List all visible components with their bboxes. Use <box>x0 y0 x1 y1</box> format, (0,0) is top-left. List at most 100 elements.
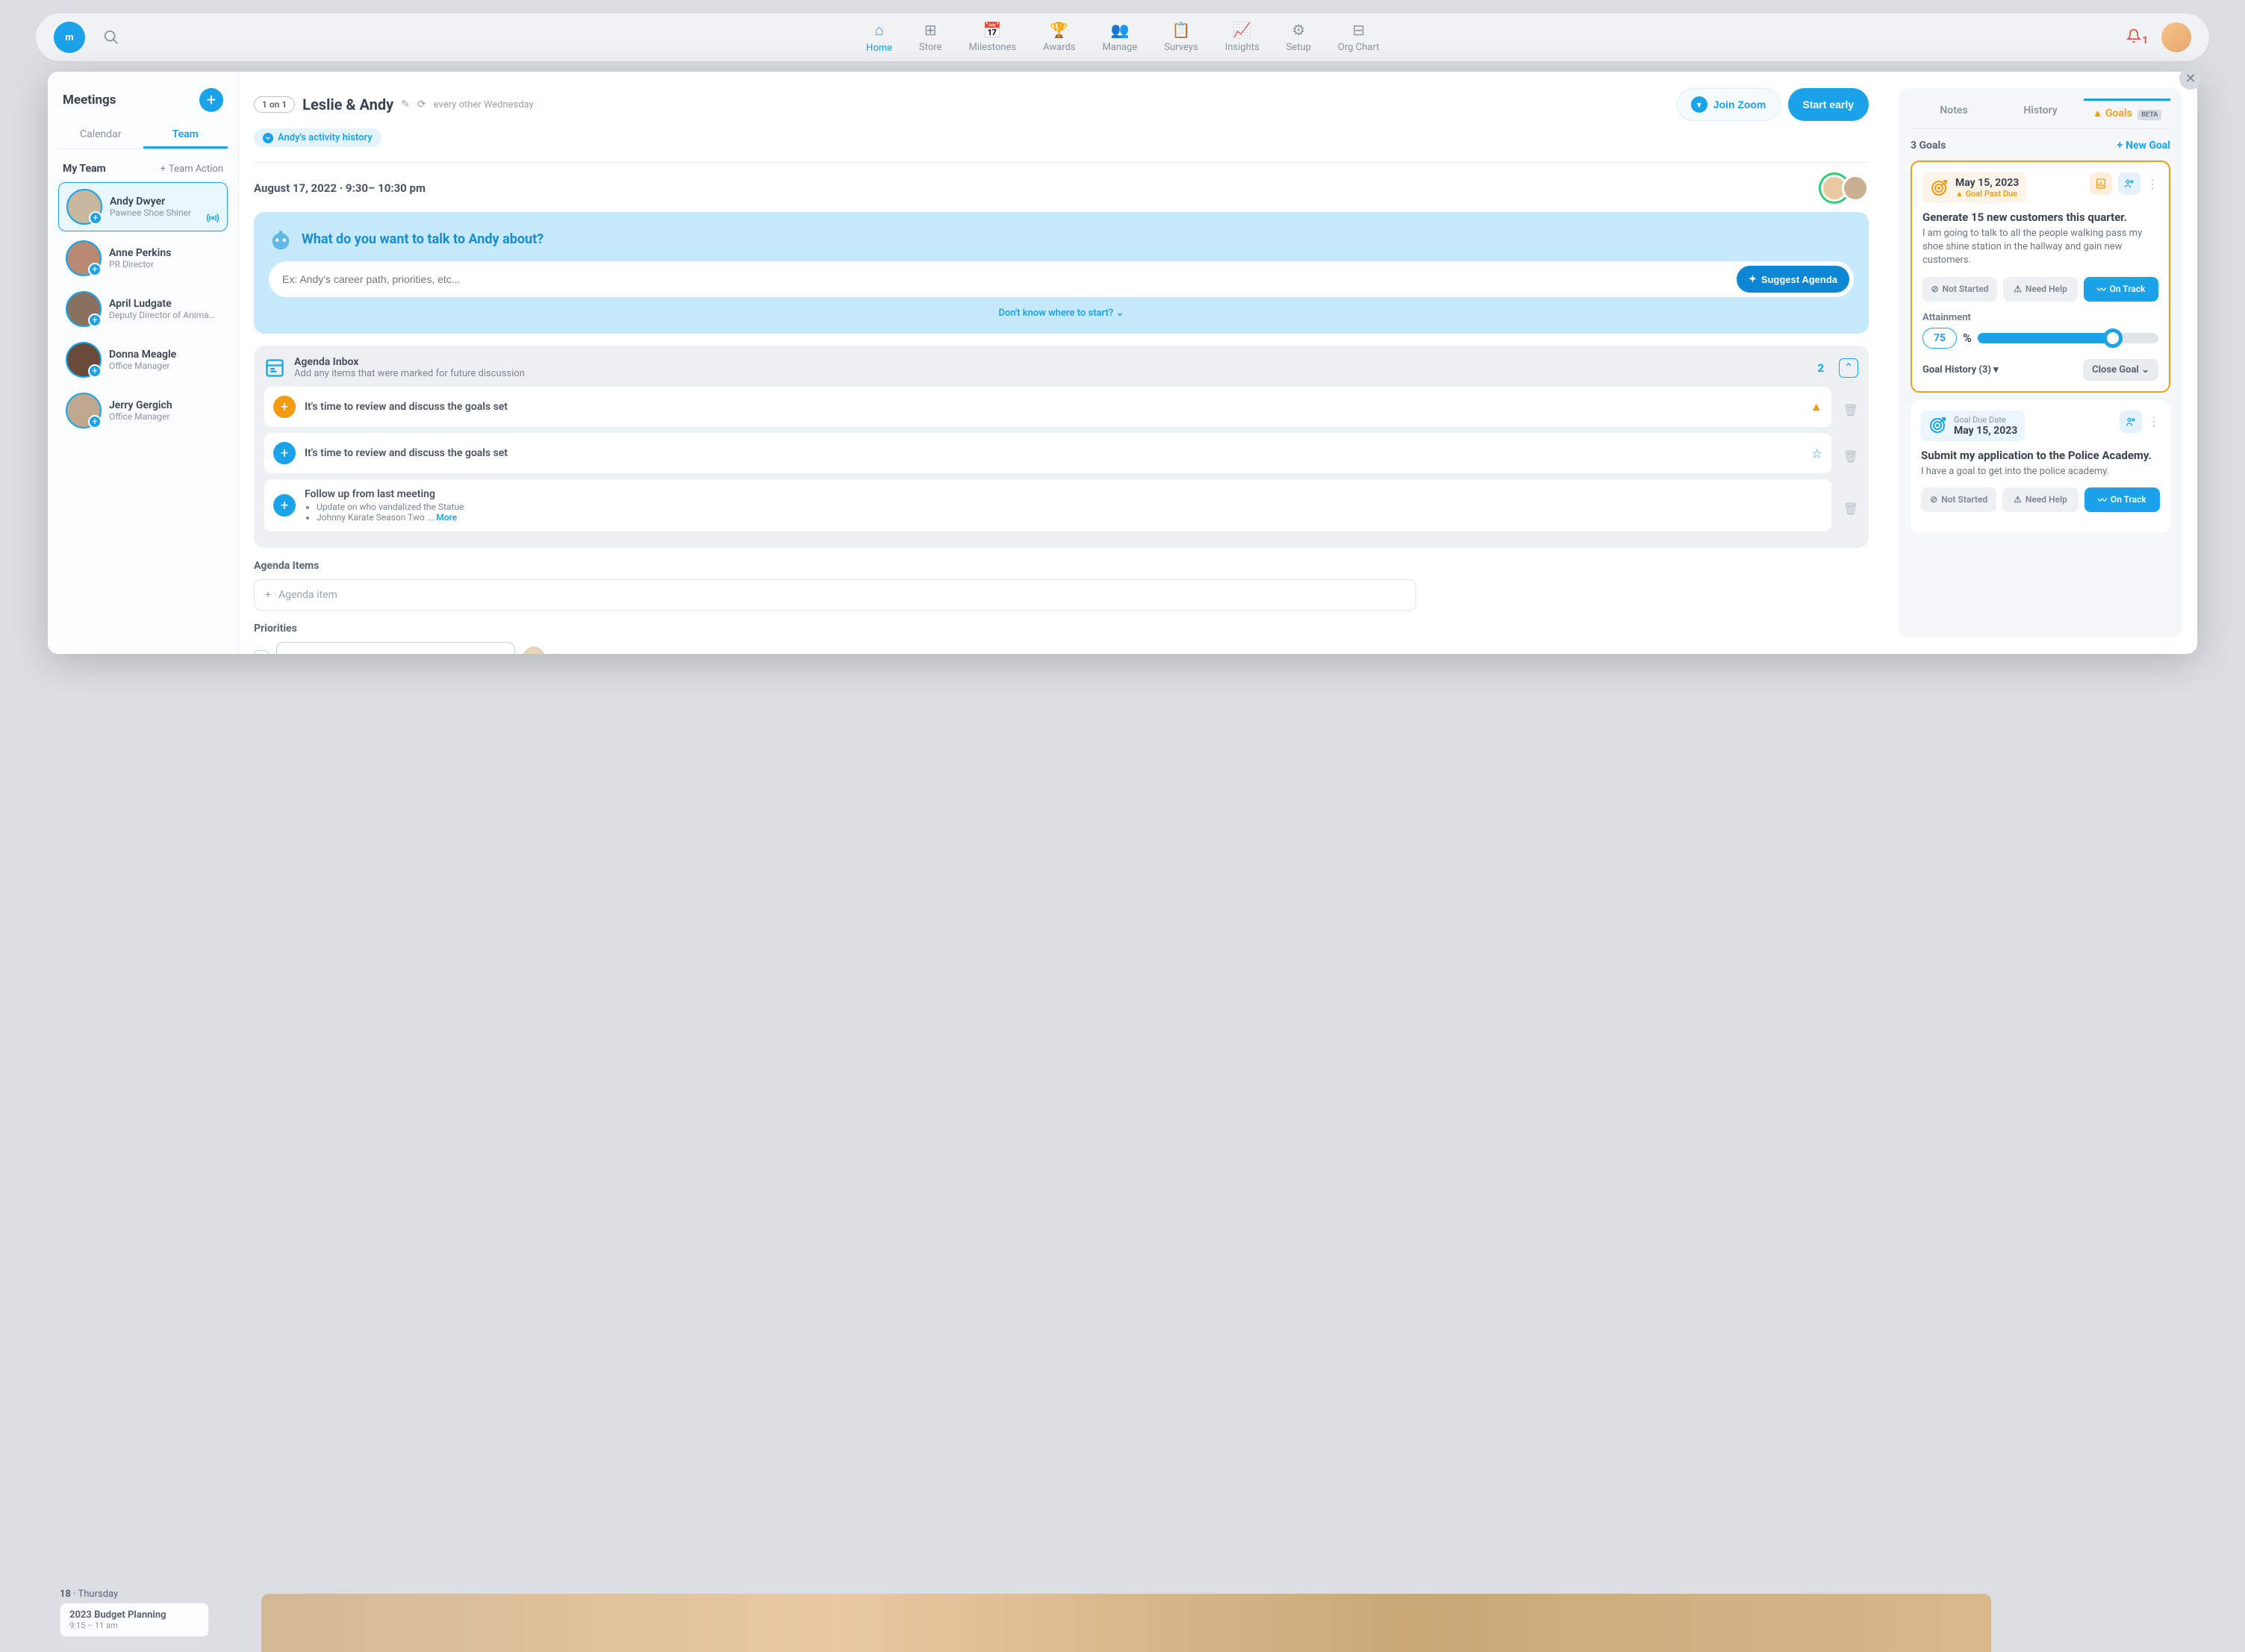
logo: m <box>54 22 85 53</box>
goal-share-button[interactable] <box>2118 172 2140 195</box>
start-early-button[interactable]: Start early <box>1788 88 1869 121</box>
collapse-inbox-button[interactable]: ⌃ <box>1839 358 1858 378</box>
status-not-started[interactable]: ⊘ Not Started <box>1921 487 1996 512</box>
nav-insights[interactable]: 📈Insights <box>1225 21 1259 54</box>
tab-goals[interactable]: ▲ Goals BETA <box>2084 99 2170 128</box>
attainment-slider[interactable] <box>1978 333 2158 343</box>
priority-checkbox[interactable] <box>254 650 269 654</box>
inbox-item[interactable]: + It's time to review and discuss the go… <box>264 387 1831 427</box>
more-link[interactable]: More <box>436 512 457 523</box>
plus-icon: + <box>88 364 102 378</box>
team-member-andy[interactable]: + Andy DwyerPawnee Shoe Shiner <box>58 182 228 231</box>
add-icon[interactable]: + <box>273 442 296 464</box>
goal-share-button[interactable] <box>2120 411 2142 433</box>
inbox-followup-item[interactable]: + Follow up from last meeting Update on … <box>264 479 1831 532</box>
top-nav: m ⌂Home ⊞Store 📅Milestones 🏆Awards 👥Mana… <box>36 13 2209 61</box>
add-icon[interactable]: + <box>273 494 296 517</box>
recurrence-text: every other Wednesday <box>434 99 534 110</box>
close-modal-button[interactable]: ✕ <box>2179 67 2202 90</box>
attendees <box>1827 175 1869 202</box>
target-icon <box>1928 417 1946 434</box>
priority-owner-avatar[interactable] <box>523 646 545 654</box>
notifications-button[interactable]: 1 <box>2126 28 2148 46</box>
inbox-subtitle: Add any items that were marked for futur… <box>294 368 1808 379</box>
target-icon <box>1930 179 1948 197</box>
bot-icon <box>269 227 293 251</box>
close-goal-button[interactable]: Close Goal ⌄ <box>2083 359 2158 381</box>
warning-icon: ▲ <box>1810 399 1822 414</box>
nav-manage[interactable]: 👥Manage <box>1103 21 1138 54</box>
nav-milestones[interactable]: 📅Milestones <box>968 21 1016 54</box>
team-member-april[interactable]: + April LudgateDeputy Director of Anima.… <box>58 285 228 333</box>
delete-item-button[interactable]: 🗑 <box>1843 403 1858 417</box>
goal-report-button[interactable] <box>2090 172 2112 195</box>
inbox-title: Agenda Inbox <box>294 356 1808 368</box>
avatar: + <box>66 240 102 276</box>
nav-store[interactable]: ⊞Store <box>919 21 941 54</box>
recur-icon: ⟳ <box>417 99 426 110</box>
add-agenda-item-input[interactable]: +Agenda item <box>254 579 1416 611</box>
meeting-modal: Meetings + Calendar Team My Team +Team A… <box>48 72 2197 654</box>
meeting-title: Leslie & Andy <box>302 96 393 113</box>
avatar: + <box>66 342 102 378</box>
team-action-button[interactable]: +Team Action <box>161 163 223 175</box>
meeting-type-badge: 1 on 1 <box>254 96 295 113</box>
avatar: + <box>66 189 102 225</box>
my-team-label: My Team <box>63 163 106 175</box>
edit-title-button[interactable]: ✎ <box>401 99 410 110</box>
goal-date: May 15, 2023 <box>1955 177 2019 189</box>
priority-menu-button[interactable]: ⋮ <box>552 651 564 655</box>
goal-title: Generate 15 new customers this quarter. <box>1922 211 2158 224</box>
priority-input[interactable] <box>276 642 515 654</box>
goal-menu-button[interactable]: ⋮ <box>2146 177 2158 191</box>
goal-title: Submit my application to the Police Acad… <box>1921 449 2160 462</box>
agenda-items-label: Agenda Items <box>254 560 1869 572</box>
status-not-started[interactable]: ⊘ Not Started <box>1922 277 1997 302</box>
priorities-label: Priorities <box>254 623 1869 635</box>
user-avatar[interactable] <box>2161 22 2191 52</box>
inbox-icon <box>264 358 285 378</box>
add-icon[interactable]: + <box>273 396 296 418</box>
attainment-label: Attainment <box>1922 312 2158 323</box>
tab-notes[interactable]: Notes <box>1911 99 1997 128</box>
add-meeting-button[interactable]: + <box>199 88 223 112</box>
team-member-donna[interactable]: + Donna MeagleOffice Manager <box>58 336 228 384</box>
team-member-anne[interactable]: + Anne PerkinsPR Director <box>58 234 228 282</box>
goal-history-button[interactable]: Goal History (3) ▾ <box>1922 364 1999 375</box>
delete-item-button[interactable]: 🗑 <box>1843 449 1858 464</box>
tab-team[interactable]: Team <box>143 122 228 149</box>
attendee-avatar[interactable] <box>1842 175 1869 202</box>
team-member-jerry[interactable]: + Jerry GergichOffice Manager <box>58 387 228 434</box>
goal-menu-button[interactable]: ⋮ <box>2148 414 2160 428</box>
goal-date: May 15, 2023 <box>1954 425 2017 437</box>
attainment-value[interactable]: 75 <box>1922 328 1957 349</box>
search-button[interactable] <box>103 29 119 46</box>
inbox-item[interactable]: + It's time to review and discuss the go… <box>264 433 1831 473</box>
goal-description: I am going to talk to all the people wal… <box>1922 227 2158 268</box>
status-on-track[interactable]: 〰 On Track <box>2084 277 2158 302</box>
new-goal-button[interactable]: +New Goal <box>2117 140 2170 152</box>
status-need-help[interactable]: ⚠ Need Help <box>2003 277 2078 302</box>
activity-history-chip[interactable]: Andy's activity history <box>254 128 382 147</box>
nav-setup[interactable]: ⚙Setup <box>1286 21 1311 54</box>
join-zoom-button[interactable]: ▾Join Zoom <box>1677 88 1781 121</box>
suggest-agenda-button[interactable]: ✦Suggest Agenda <box>1737 266 1849 293</box>
status-on-track[interactable]: 〰 On Track <box>2084 487 2160 512</box>
tab-calendar[interactable]: Calendar <box>58 122 143 149</box>
nav-home[interactable]: ⌂Home <box>866 21 892 54</box>
nav-surveys[interactable]: 📋Surveys <box>1164 21 1198 54</box>
status-need-help[interactable]: ⚠ Need Help <box>2002 487 2078 512</box>
prompt-input[interactable] <box>282 273 1737 285</box>
goal-card: Goal Due Date May 15, 2023 ⋮ Submit my a… <box>1911 400 2170 533</box>
tab-history[interactable]: History <box>1997 99 2084 128</box>
nav-items: ⌂Home ⊞Store 📅Milestones 🏆Awards 👥Manage… <box>866 21 1379 54</box>
nav-awards[interactable]: 🏆Awards <box>1043 21 1075 54</box>
plus-icon: + <box>89 211 102 225</box>
plus-icon: + <box>88 263 102 276</box>
delete-item-button[interactable]: 🗑 <box>1843 502 1858 516</box>
nav-orgchart[interactable]: ⊟Org Chart <box>1338 21 1379 54</box>
prompt-question: What do you want to talk to Andy about? <box>302 231 544 247</box>
prompt-help-link[interactable]: Don't know where to start? ⌄ <box>269 308 1854 319</box>
percent-sign: % <box>1963 331 1972 345</box>
goal-count: 3 Goals <box>1911 140 1946 152</box>
